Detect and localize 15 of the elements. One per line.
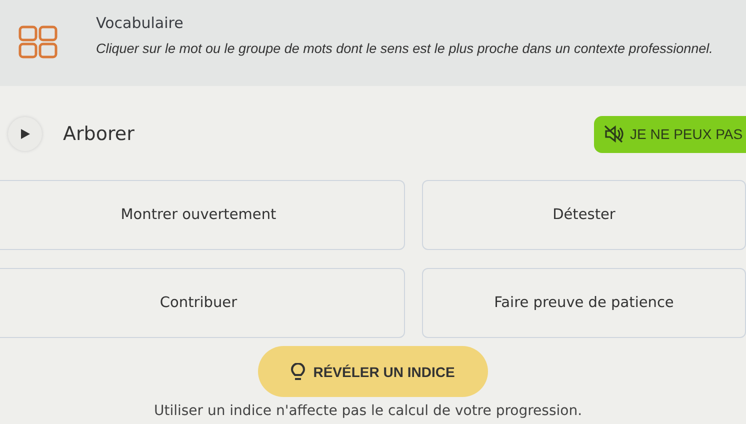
footnote-text: Utiliser un indice n'affecte pas le calcul de votre progression. — [154, 403, 582, 419]
answer-option[interactable]: Faire preuve de patience — [422, 268, 746, 338]
answer-option[interactable]: Montrer ouvertement — [0, 180, 405, 250]
cant-listen-button[interactable]: JE NE PEUX PAS — [594, 116, 746, 152]
lightbulb-icon — [291, 362, 306, 380]
muted-speaker-icon — [604, 125, 624, 143]
play-icon — [19, 128, 31, 140]
play-button[interactable] — [8, 117, 42, 151]
exercise-title: Vocabulaire — [96, 14, 184, 32]
answer-option[interactable]: Détester — [422, 180, 746, 250]
hint-button[interactable]: RÉVÉLER UN INDICE — [258, 346, 488, 397]
grid-icon — [18, 25, 58, 59]
instruction-text: Cliquer sur le mot ou le groupe de mots dont le sens est le plus proche dans un contexte professionnel. — [96, 41, 713, 56]
answer-option[interactable]: Contribuer — [0, 268, 405, 338]
prompt-word: Arborer — [63, 123, 136, 145]
